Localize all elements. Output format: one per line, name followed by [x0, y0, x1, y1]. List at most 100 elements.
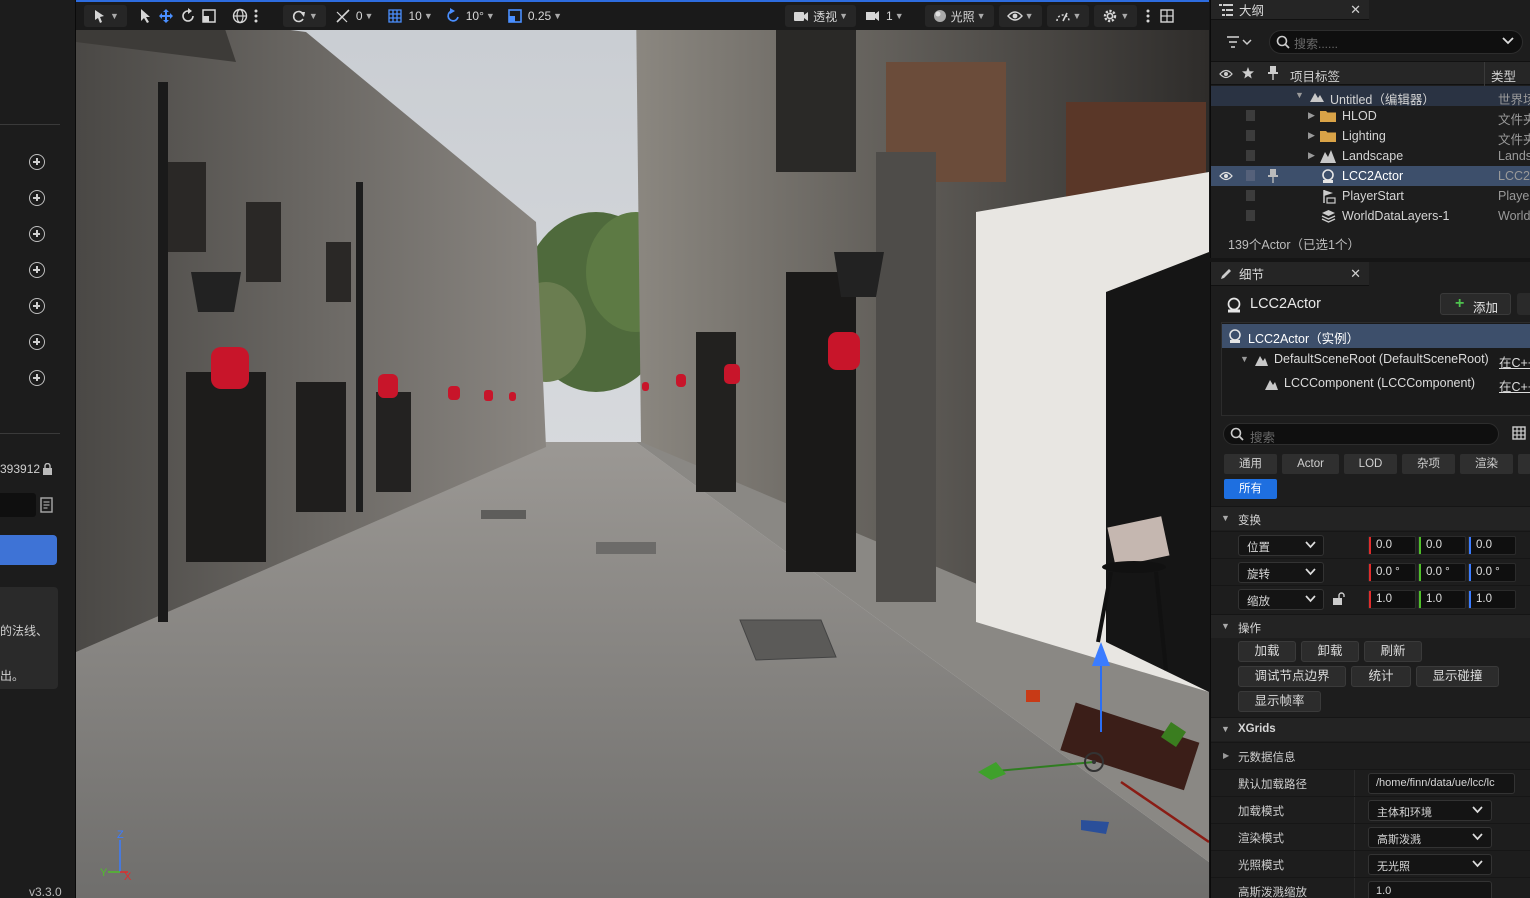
rotate-tool-button[interactable] [177, 5, 199, 27]
surface-snap-group[interactable]: ▼ [282, 5, 326, 27]
expand-arrow-icon[interactable]: ▼ [1295, 90, 1304, 100]
view-mode-button[interactable]: 透视 ▼ [790, 5, 851, 27]
edit-in-cpp-link[interactable]: 在C++ [1499, 376, 1530, 395]
show-flags-button[interactable]: ▼ [1004, 5, 1037, 27]
column-separator[interactable] [1484, 62, 1485, 86]
translate-tool-button[interactable] [155, 5, 177, 27]
section-transform-header[interactable]: ▼ 变换 [1211, 506, 1530, 530]
outliner-row-hlod[interactable]: ▶ HLOD 文件夹 [1211, 106, 1530, 127]
add-component-button[interactable]: + 添加 [1440, 293, 1511, 315]
viewport-scene[interactable] [76, 2, 1209, 898]
visibility-toggle[interactable] [1246, 190, 1255, 201]
category-rendering-button[interactable]: 渲染 [1460, 454, 1513, 474]
add-circle-icon[interactable] [29, 370, 45, 386]
surface-snap-button[interactable]: ▼ [288, 5, 321, 27]
load-mode-dropdown[interactable]: 主体和环境 [1368, 800, 1492, 821]
category-all-button[interactable]: 所有 [1224, 479, 1277, 499]
rotation-snap-button[interactable]: 10° ▼ [442, 5, 498, 27]
section-operations-header[interactable]: ▼ 操作 [1211, 614, 1530, 638]
statistics-button[interactable]: 统计 [1351, 666, 1411, 687]
category-more-button[interactable] [1518, 454, 1530, 474]
debug-node-bounds-button[interactable]: 调试节点边界 [1238, 666, 1346, 687]
render-mode-dropdown[interactable]: 高斯泼溅 [1368, 827, 1492, 848]
category-actor-button[interactable]: Actor [1282, 454, 1339, 474]
expand-arrow-icon[interactable]: ▶ [1308, 130, 1315, 141]
camera-speed-button[interactable]: 1 ▼ [862, 5, 907, 27]
coordinate-space-button[interactable] [229, 5, 251, 27]
chevron-down-icon[interactable] [1502, 36, 1514, 46]
load-path-input[interactable]: /home/finn/data/ue/lcc/lc [1368, 773, 1515, 794]
show-fps-button[interactable]: 显示帧率 [1238, 691, 1321, 712]
outliner-row-worlddatalayers[interactable]: WorldDataLayers-1 World [1211, 206, 1530, 226]
scale-x-field[interactable]: 1.0 [1368, 590, 1416, 609]
tab-outliner[interactable]: 大纲 ✕ [1211, 0, 1369, 20]
expand-arrow-icon[interactable]: ▼ [1240, 354, 1249, 364]
eye-icon[interactable] [1219, 171, 1233, 181]
view-mode-group[interactable]: 透视 ▼ [785, 5, 857, 27]
scale-mode-dropdown[interactable]: 缩放 [1238, 589, 1324, 610]
add-circle-icon[interactable] [29, 298, 45, 314]
location-mode-dropdown[interactable]: 位置 [1238, 535, 1324, 556]
category-general-button[interactable]: 通用 [1224, 454, 1277, 474]
load-button[interactable]: 加载 [1238, 641, 1296, 662]
lock-icon[interactable] [42, 463, 53, 476]
lighting-group[interactable]: 光照 ▼ [924, 5, 994, 27]
details-search-input[interactable]: 搜索 [1223, 423, 1499, 445]
visibility-toggle[interactable] [1246, 110, 1255, 121]
expand-arrow-icon[interactable]: ▶ [1223, 751, 1229, 760]
outliner-row-landscape[interactable]: ▶ Landscape Landsc [1211, 146, 1530, 166]
visibility-toggle[interactable] [1246, 150, 1255, 161]
left-panel-primary-button[interactable] [0, 535, 57, 565]
filter-icon[interactable] [1225, 32, 1253, 52]
select-mode-button[interactable]: ▼ [89, 5, 122, 27]
column-type[interactable]: 类型 [1491, 66, 1516, 85]
outliner-search-input[interactable]: 搜索...... [1269, 30, 1523, 54]
performance-group[interactable]: ▼ [1046, 5, 1090, 27]
expand-arrow-icon[interactable]: ▶ [1308, 110, 1315, 121]
select-tool-button[interactable] [135, 5, 155, 27]
lighting-mode-dropdown[interactable]: 无光照 [1368, 854, 1492, 875]
blueprint-button[interactable] [1517, 293, 1530, 315]
component-row-instance[interactable]: LCC2Actor（实例） [1222, 324, 1530, 348]
property-metadata[interactable]: ▶ 元数据信息 [1211, 742, 1530, 769]
rotation-mode-dropdown[interactable]: 旋转 [1238, 562, 1324, 583]
rotation-y-field[interactable]: 0.0 ° [1418, 563, 1466, 582]
visibility-toggle[interactable] [1246, 210, 1255, 221]
rotation-z-field[interactable]: 0.0 ° [1468, 563, 1516, 582]
outliner-row-untitled[interactable]: ▼ Untitled（编辑器） 世界场 [1211, 86, 1530, 107]
show-flags-group[interactable]: ▼ [998, 5, 1042, 27]
outliner-row-lighting[interactable]: ▶ Lighting 文件夹 [1211, 126, 1530, 147]
star-icon[interactable] [1242, 67, 1254, 79]
expand-arrow-icon[interactable]: ▶ [1308, 150, 1315, 161]
lighting-mode-button[interactable]: 光照 ▼ [930, 5, 989, 27]
scale-snap-button[interactable]: 0.25 ▼ [504, 5, 565, 27]
component-row-defaultsceneroot[interactable]: ▼ DefaultSceneRoot (DefaultSceneRoot) 在C… [1222, 348, 1530, 372]
scale-y-field[interactable]: 1.0 [1418, 590, 1466, 609]
visibility-toggle[interactable] [1246, 130, 1255, 141]
settings-group[interactable]: ▼ [1094, 5, 1138, 27]
splat-scale-input[interactable]: 1.0 [1368, 881, 1492, 898]
actor-name[interactable]: LCC2Actor [1250, 296, 1321, 312]
pin-icon[interactable] [1268, 66, 1278, 80]
show-collision-button[interactable]: 显示碰撞 [1416, 666, 1499, 687]
eye-icon[interactable] [1219, 69, 1233, 79]
grid-snap-button[interactable]: 10 ▼ [384, 5, 435, 27]
snap-angle-button[interactable]: 0 ▼ [332, 5, 377, 27]
refresh-button[interactable]: 刷新 [1364, 641, 1422, 662]
more-options-button[interactable] [251, 5, 261, 27]
left-panel-input[interactable] [0, 493, 36, 517]
viewport-options-button[interactable] [1143, 5, 1153, 27]
section-xgrids-header[interactable]: ▼ XGrids [1211, 717, 1530, 741]
location-x-field[interactable]: 0.0 [1368, 536, 1416, 555]
visibility-toggle[interactable] [1246, 170, 1255, 181]
edit-in-cpp-link[interactable]: 在C++ [1499, 352, 1530, 371]
outliner-row-lcc2actor[interactable]: LCC2Actor LCC2A [1211, 166, 1530, 186]
component-row-lcccomponent[interactable]: LCCComponent (LCCComponent) 在C++ [1222, 372, 1530, 396]
category-lod-button[interactable]: LOD [1344, 454, 1397, 474]
column-item-label[interactable]: 项目标签 [1290, 66, 1340, 85]
level-viewport[interactable]: ▼ ▼ 0 ▼ 10 ▼ 10° ▼ 0.25 ▼ 透视 ▼ 1 ▼ 光照 ▼ … [76, 0, 1209, 898]
add-circle-icon[interactable] [29, 154, 45, 170]
scale-tool-button[interactable] [199, 5, 219, 27]
add-circle-icon[interactable] [29, 190, 45, 206]
add-circle-icon[interactable] [29, 226, 45, 242]
